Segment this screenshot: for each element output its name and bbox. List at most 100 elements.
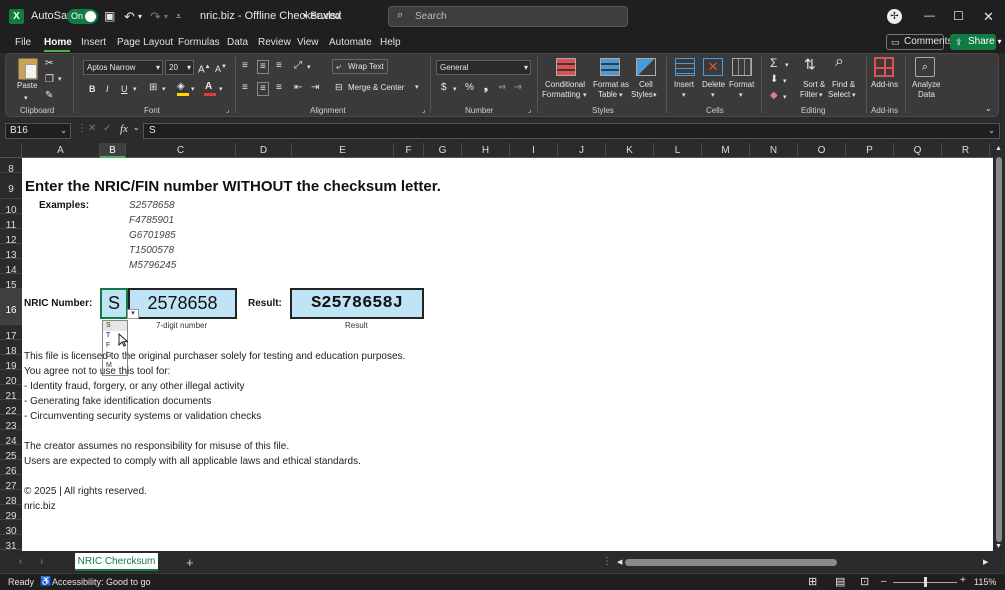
row-header-16[interactable]: 16 xyxy=(0,289,22,325)
redo-dropdown-icon[interactable]: ▾ xyxy=(164,0,168,33)
autosum-dropdown-icon[interactable]: ▾ xyxy=(785,60,789,72)
search-box[interactable]: ⌕ Search xyxy=(388,6,628,27)
undo-icon[interactable]: ↶ xyxy=(124,0,135,33)
vertical-scroll-thumb[interactable] xyxy=(996,157,1002,542)
undo-dropdown-icon[interactable]: ▾ xyxy=(138,0,142,33)
autosum-icon[interactable]: Σ xyxy=(770,57,777,69)
sort-filter-label-2[interactable]: Filter xyxy=(800,90,818,100)
increase-indent-icon[interactable]: ⇥ xyxy=(311,82,319,94)
prefix-cell[interactable]: S xyxy=(100,288,128,319)
row-header-13[interactable]: 13 xyxy=(0,244,22,261)
zoom-in-button[interactable]: + xyxy=(960,575,966,586)
column-header-k[interactable]: K xyxy=(606,143,654,158)
result-cell[interactable]: S2578658J xyxy=(290,288,424,319)
wrap-text-button[interactable]: ⤶ Wrap Text xyxy=(332,59,388,74)
font-size-select[interactable]: 20 ▾ xyxy=(165,60,194,75)
save-icon[interactable]: ▣ xyxy=(104,0,115,33)
accessibility-status[interactable]: Accessibility: Good to go xyxy=(52,577,151,587)
column-header-c[interactable]: C xyxy=(126,143,236,158)
format-as-table-label-1[interactable]: Format as xyxy=(593,80,629,90)
comma-style-icon[interactable]: ❟ xyxy=(484,82,488,94)
row-header-25[interactable]: 25 xyxy=(0,445,22,462)
column-header-g[interactable]: G xyxy=(424,143,462,158)
scroll-right-icon[interactable]: ▶ xyxy=(983,558,988,566)
comments-button[interactable]: ▭ Comments xyxy=(886,34,952,50)
clear-dropdown-icon[interactable]: ▾ xyxy=(783,92,787,104)
percent-icon[interactable]: % xyxy=(465,82,474,94)
row-header-26[interactable]: 26 xyxy=(0,460,22,477)
redo-icon[interactable]: ↷ xyxy=(150,0,161,33)
minimize-icon[interactable]: — xyxy=(924,0,935,33)
underline-icon[interactable]: U xyxy=(121,83,128,95)
fx-chevron-icon[interactable]: ⌄ xyxy=(133,123,140,132)
next-sheet-icon[interactable]: › xyxy=(40,556,43,567)
tab-automate[interactable]: Automate xyxy=(329,33,372,53)
copy-dropdown-icon[interactable]: ▾ xyxy=(58,74,62,86)
column-header-a[interactable]: A xyxy=(22,143,100,158)
copy-icon[interactable]: ❐ xyxy=(45,74,54,86)
insert-function-icon[interactable]: fx xyxy=(120,123,128,135)
merge-center-button[interactable]: ⊟ Merge & Center ▾ xyxy=(332,81,424,96)
format-cells-icon[interactable] xyxy=(732,58,752,76)
row-header-12[interactable]: 12 xyxy=(0,229,22,246)
clear-icon[interactable]: ◆ xyxy=(770,90,778,102)
row-header-28[interactable]: 28 xyxy=(0,490,22,507)
scroll-up-icon[interactable]: ▲ xyxy=(995,145,1002,152)
row-header-11[interactable]: 11 xyxy=(0,214,22,231)
page-break-view-icon[interactable]: ⊡ xyxy=(860,575,869,588)
row-header-18[interactable]: 18 xyxy=(0,340,22,357)
dropdown-option-s[interactable]: S xyxy=(103,321,127,331)
column-header-d[interactable]: D xyxy=(236,143,292,158)
currency-dropdown-icon[interactable]: ▾ xyxy=(453,84,457,96)
row-header-31[interactable]: 31 xyxy=(0,535,22,551)
borders-dropdown-icon[interactable]: ▾ xyxy=(162,84,166,96)
column-header-i[interactable]: I xyxy=(510,143,558,158)
fill-icon[interactable]: ⬇ xyxy=(770,74,778,86)
formula-input[interactable]: S ⌄ xyxy=(143,123,1000,139)
maximize-icon[interactable]: ☐ xyxy=(953,0,964,33)
add-ins-icon[interactable] xyxy=(874,57,894,77)
italic-icon[interactable]: I xyxy=(106,83,109,95)
underline-dropdown-icon[interactable]: ▾ xyxy=(133,84,137,96)
paste-label[interactable]: Paste xyxy=(17,81,37,91)
normal-view-icon[interactable]: ⊞ xyxy=(808,575,817,588)
fill-color-icon[interactable]: ◈ xyxy=(177,81,185,93)
column-header-m[interactable]: M xyxy=(702,143,750,158)
find-select-icon[interactable]: ⌕ xyxy=(835,54,844,70)
column-header-h[interactable]: H xyxy=(462,143,510,158)
row-header-27[interactable]: 27 xyxy=(0,475,22,492)
conditional-formatting-label-2[interactable]: Formatting xyxy=(542,90,580,100)
cell-styles-label-1[interactable]: Cell xyxy=(639,80,653,90)
sheet-tab-active[interactable]: NRIC Chercksum xyxy=(75,553,158,571)
font-color-dropdown-icon[interactable]: ▾ xyxy=(219,84,223,96)
decrease-indent-icon[interactable]: ⇤ xyxy=(294,82,302,94)
conditional-formatting-label-1[interactable]: Conditional xyxy=(545,80,585,90)
row-header-14[interactable]: 14 xyxy=(0,259,22,276)
name-box[interactable]: B16 ⌄ xyxy=(5,123,71,139)
font-color-icon[interactable]: A xyxy=(205,81,212,93)
close-icon[interactable]: ✕ xyxy=(983,0,994,33)
column-header-n[interactable]: N xyxy=(750,143,798,158)
column-header-q[interactable]: Q xyxy=(894,143,942,158)
format-as-table-label-2[interactable]: Table xyxy=(598,90,617,100)
number-dialog-launcher-icon[interactable]: ⌟ xyxy=(528,105,531,117)
find-select-label-2[interactable]: Select xyxy=(828,90,850,100)
orientation-icon[interactable]: ⤢ xyxy=(294,60,302,72)
analyze-data-icon[interactable]: ⌕ xyxy=(915,57,935,77)
increase-font-icon[interactable]: A▲ xyxy=(198,61,211,76)
column-header-b[interactable]: B xyxy=(100,143,126,158)
format-painter-icon[interactable]: ✎ xyxy=(45,90,53,102)
format-label[interactable]: Format xyxy=(729,80,754,90)
tab-page-layout[interactable]: Page Layout xyxy=(117,33,173,53)
row-header-21[interactable]: 21 xyxy=(0,385,22,402)
tab-help[interactable]: Help xyxy=(380,33,401,53)
find-select-label-1[interactable]: Find & xyxy=(832,80,855,90)
column-header-e[interactable]: E xyxy=(292,143,394,158)
number-format-select[interactable]: General ▾ xyxy=(436,60,531,75)
row-header-32[interactable]: 32 xyxy=(0,550,22,551)
row-header-22[interactable]: 22 xyxy=(0,400,22,417)
validation-dropdown-button[interactable]: ▾ xyxy=(127,309,139,319)
insert-label[interactable]: Insert xyxy=(674,80,694,90)
tab-insert[interactable]: Insert xyxy=(81,33,106,53)
row-header-19[interactable]: 19 xyxy=(0,355,22,372)
